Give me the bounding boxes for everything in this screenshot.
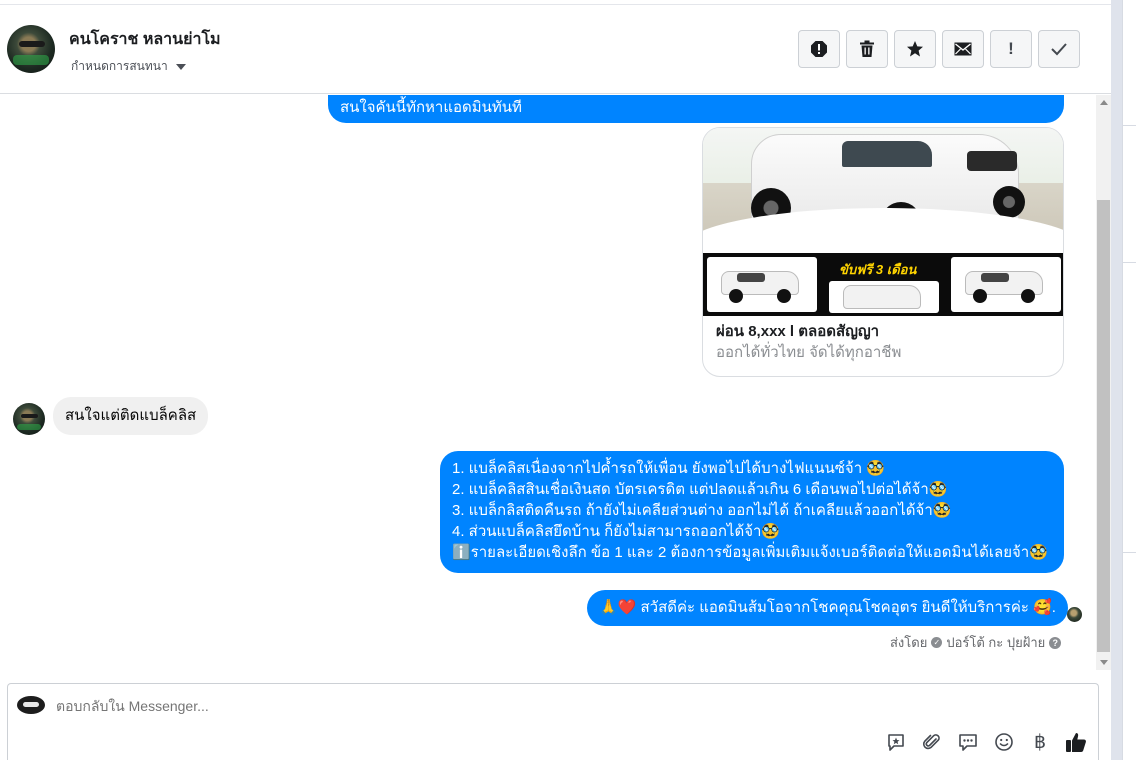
- message-line: ℹ️รายละเอียดเชิงลึก ข้อ 1 และ 2 ต้องการข…: [452, 544, 1048, 561]
- outgoing-message: สนใจคันนี้ทักหาแอดมินทันที: [328, 95, 1064, 123]
- reply-input[interactable]: [56, 698, 756, 714]
- shared-link-card[interactable]: ขับฟรี 3 เดือน ผ่อน 8,xxx l ตลอดสัญญา ออ…: [702, 127, 1064, 377]
- attach-button[interactable]: [920, 730, 944, 754]
- outgoing-message: 🙏❤️ สวัสดีค่ะ แอดมินส้มโอจากโชคคุณโชคอุต…: [587, 590, 1068, 626]
- sent-by-name: ปอร์โต้ กะ ปุยฝ้าย: [946, 635, 1046, 650]
- label-dropdown[interactable]: กำหนดการสนทนา: [71, 57, 186, 76]
- important-button[interactable]: !: [990, 30, 1032, 68]
- incoming-message: สนใจแต่ติดแบล็คลิส: [53, 397, 209, 435]
- baht-payment-icon: ฿: [1033, 731, 1047, 753]
- message-thread: สนใจคันนี้ทักหาแอดมินทันที ขับฟรี 3 เดือ…: [0, 95, 1096, 670]
- mark-unread-button[interactable]: [942, 30, 984, 68]
- thumbnail: [951, 257, 1061, 312]
- reply-composer: ฿: [7, 683, 1099, 760]
- thumbnail: [829, 281, 939, 313]
- composer-toolbar: ฿: [884, 730, 1088, 754]
- trash-icon: [860, 40, 874, 57]
- delete-button[interactable]: [846, 30, 888, 68]
- star-button[interactable]: [894, 30, 936, 68]
- verified-icon: ✓: [931, 637, 943, 648]
- report-spam-icon: [811, 41, 827, 57]
- scroll-down-arrow[interactable]: [1100, 660, 1108, 665]
- card-subtitle: ออกได้ทั่วไทย จัดได้ทุกอาชีพ: [716, 344, 902, 361]
- label-dropdown-text: กำหนดการสนทนา: [71, 59, 168, 73]
- contact-name[interactable]: คนโคราช หลานย่าโม: [69, 27, 221, 52]
- thumbnail: [707, 257, 817, 312]
- promo-text: ขับฟรี 3 เดือน: [839, 262, 917, 277]
- like-button[interactable]: [1064, 730, 1088, 754]
- check-icon: [1051, 43, 1067, 56]
- report-spam-button[interactable]: [798, 30, 840, 68]
- attachment-icon: [922, 734, 940, 750]
- quick-reply-icon: [959, 734, 977, 751]
- emoji-icon: [995, 733, 1013, 751]
- message-text: สนใจแต่ติดแบล็คลิส: [65, 407, 197, 424]
- conversation-header: คนโคราช หลานย่าโม กำหนดการสนทนา !: [0, 5, 1111, 94]
- caret-down-icon: [175, 64, 186, 70]
- message-line: 1. แบล็คลิสเนื่องจากไปค้ำรถให้เพื่อน ยัง…: [452, 460, 885, 477]
- message-line: 4. ส่วนแบล็คลิสยึดบ้าน ก็ยังไม่สามารถออก…: [452, 523, 781, 540]
- sent-by-prefix: ส่งโดย: [890, 635, 928, 650]
- avatar[interactable]: [7, 25, 55, 73]
- like-icon: [1066, 733, 1086, 752]
- message-line: 2. แบล็คลิสสินเชื่อเงินสด บัตรเครดิต แต่…: [452, 481, 948, 498]
- message-text: สนใจคันนี้ทักหาแอดมินทันที: [340, 99, 522, 116]
- payment-button[interactable]: ฿: [1028, 730, 1052, 754]
- promo-strip: ขับฟรี 3 เดือน: [703, 253, 1063, 316]
- star-icon: [907, 41, 923, 57]
- car-ad-image: ขับฟรี 3 เดือน: [703, 128, 1063, 316]
- help-icon[interactable]: ?: [1049, 636, 1062, 649]
- scroll-thumb[interactable]: [1097, 200, 1110, 652]
- side-panel-edge: [1111, 0, 1136, 760]
- quick-reply-button[interactable]: [956, 730, 980, 754]
- scrollbar[interactable]: [1096, 95, 1111, 670]
- avatar[interactable]: [13, 403, 45, 435]
- mark-done-button[interactable]: [1038, 30, 1080, 68]
- saved-reply-icon: [888, 734, 904, 751]
- saved-reply-button[interactable]: [884, 730, 908, 754]
- scroll-up-arrow[interactable]: [1100, 100, 1108, 105]
- mail-icon: [954, 42, 972, 56]
- outgoing-message: 1. แบล็คลิสเนื่องจากไปค้ำรถให้เพื่อน ยัง…: [440, 451, 1064, 573]
- important-icon: !: [1008, 39, 1014, 58]
- emoji-button[interactable]: [992, 730, 1016, 754]
- sent-by: ส่งโดย ✓ ปอร์โต้ กะ ปุยฝ้าย ?: [890, 632, 1062, 653]
- inbox-page: คนโคราช หลานย่าโม กำหนดการสนทนา ! สนใจคั…: [0, 0, 1136, 760]
- seen-avatar: [1067, 607, 1082, 622]
- message-line: 3. แบล็กลิสติดคืนรถ ถ้ายังไม่เคลียส่วนต่…: [452, 502, 952, 519]
- page-avatar: [17, 696, 45, 714]
- action-toolbar: !: [798, 30, 1080, 68]
- message-text: 🙏❤️ สวัสดีค่ะ แอดมินส้มโอจากโชคคุณโชคอุต…: [599, 599, 1056, 616]
